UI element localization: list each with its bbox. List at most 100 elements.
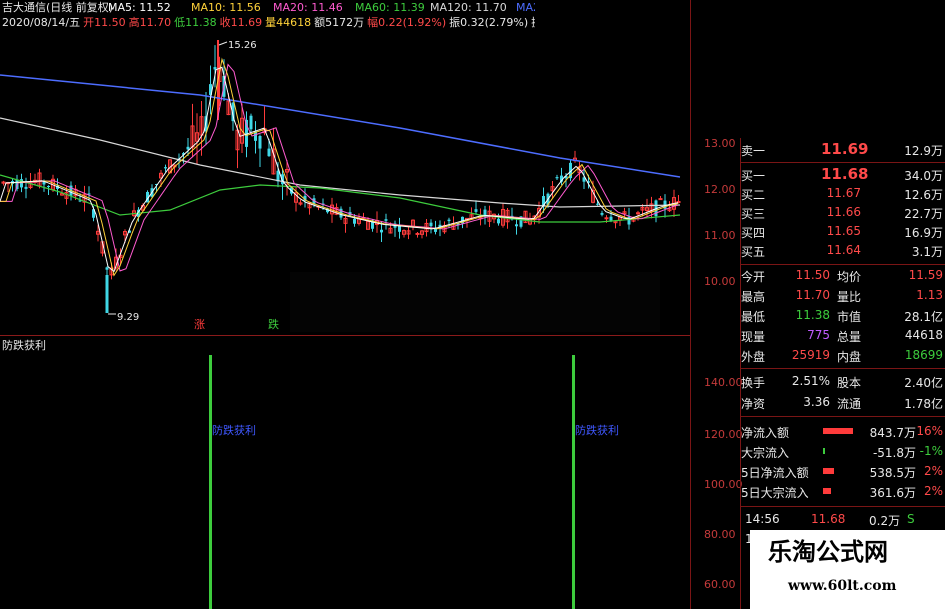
flow-bar bbox=[823, 468, 834, 474]
fund-flows: 净流入额 843.7万 16% 大宗流入 -51.8万 -1% 5日净流入额 538.5万 2%… bbox=[741, 422, 945, 507]
price-axis: 13.00 12.00 11.00 10.00 140.00 120.00 10… bbox=[690, 0, 743, 609]
book-price: 11.67 bbox=[826, 186, 861, 200]
share-value: 1.78亿 bbox=[904, 397, 943, 411]
book-price: 11.69 bbox=[821, 140, 869, 158]
section-divider bbox=[741, 416, 945, 417]
down-marker: 跌 bbox=[268, 318, 279, 331]
book-level-label: 卖一 bbox=[741, 144, 766, 158]
y-tick: 100.00 bbox=[704, 478, 743, 491]
flow-pct: 2% bbox=[923, 484, 943, 498]
order-book-row[interactable]: 买一 11.68 34.0万 bbox=[741, 165, 945, 184]
section-divider bbox=[741, 506, 945, 507]
candle-body bbox=[105, 267, 109, 270]
tick-price: 11.68 bbox=[811, 512, 846, 526]
flow-pct: -1% bbox=[919, 444, 943, 458]
quote-value: 1.13 bbox=[916, 288, 943, 302]
flow-pct: 16% bbox=[916, 424, 943, 438]
share-row: 净资 3.36 流通 1.78亿 bbox=[741, 393, 945, 412]
quote-row: 最低 11.38 市值 28.1亿 bbox=[741, 306, 945, 325]
quote-value: 44618 bbox=[904, 328, 943, 342]
high-annotation: 15.26 bbox=[228, 40, 257, 51]
candle-body bbox=[249, 115, 253, 130]
flow-value: 843.7万 bbox=[869, 426, 916, 440]
quote-label: 现量 bbox=[741, 330, 766, 344]
candle-body bbox=[609, 216, 613, 221]
order-book-row[interactable]: 买三 11.66 22.7万 bbox=[741, 203, 945, 222]
quote-label: 总量 bbox=[837, 330, 862, 344]
book-price: 11.66 bbox=[826, 205, 861, 219]
quote-label: 今开 bbox=[741, 270, 766, 284]
share-value: 2.51% bbox=[791, 374, 830, 388]
tick-row[interactable]: 14:56 11.68 0.2万 S bbox=[741, 510, 945, 529]
order-book[interactable]: 卖一 11.69 12.9万 买一 11.68 34.0万 买二 11.67 12.6万 买三 11… bbox=[741, 138, 945, 268]
flow-value: 361.6万 bbox=[869, 486, 916, 500]
flow-row: 5日大宗流入 361.6万 2% bbox=[741, 482, 945, 501]
candle-body bbox=[186, 146, 190, 150]
tick-time: 14:56 bbox=[745, 512, 780, 526]
order-book-row[interactable]: 买二 11.67 12.6万 bbox=[741, 184, 945, 203]
book-price: 11.64 bbox=[826, 243, 861, 257]
candle-body bbox=[384, 219, 388, 221]
book-level-label: 买四 bbox=[741, 226, 766, 240]
tick-side: S bbox=[907, 512, 915, 526]
quote-value: 11.50 bbox=[795, 268, 830, 282]
flow-label: 5日大宗流入 bbox=[741, 486, 809, 500]
quote-value: 18699 bbox=[904, 348, 943, 362]
quote-value: 28.1亿 bbox=[904, 310, 943, 324]
section-divider bbox=[741, 368, 945, 369]
y-tick: 60.00 bbox=[704, 578, 736, 591]
flow-row: 大宗流入 -51.8万 -1% bbox=[741, 442, 945, 461]
quote-label: 量比 bbox=[837, 290, 862, 304]
candle-body bbox=[497, 218, 500, 224]
candle-body bbox=[24, 186, 28, 189]
candle-body bbox=[600, 213, 604, 215]
candle-body bbox=[515, 224, 518, 227]
quote-value: 11.59 bbox=[908, 268, 943, 282]
quote-value: 11.70 bbox=[795, 288, 830, 302]
flow-value: 538.5万 bbox=[869, 466, 916, 480]
book-volume: 3.1万 bbox=[911, 245, 943, 259]
share-value: 3.36 bbox=[803, 395, 830, 409]
quote-value: 25919 bbox=[791, 348, 830, 362]
watermark-url: www.60lt.com bbox=[788, 578, 897, 594]
kline-chart-area[interactable]: 吉大通信(日线 前复权) MA5: 11.52 MA10: 11.56 MA20: … bbox=[0, 0, 695, 609]
share-value: 2.40亿 bbox=[904, 376, 943, 390]
share-stats: 换手 2.51% 股本 2.40亿 净资 3.36 流通 1.78亿 bbox=[741, 372, 945, 417]
signal-bar bbox=[209, 355, 212, 609]
section-divider bbox=[741, 264, 945, 265]
quote-label: 市值 bbox=[837, 310, 862, 324]
flow-label: 大宗流入 bbox=[741, 446, 790, 460]
y-tick: 13.00 bbox=[704, 137, 736, 150]
candle-body bbox=[429, 222, 433, 227]
signal-label: 防跌获利 bbox=[575, 424, 619, 437]
quote-value: 775 bbox=[807, 328, 830, 342]
quote-row: 今开 11.50 均价 11.59 bbox=[741, 266, 945, 285]
order-book-row[interactable]: 卖一 11.69 12.9万 bbox=[741, 140, 945, 159]
indicator-title: 防跌获利 bbox=[2, 339, 46, 352]
order-book-row[interactable]: 买四 11.65 16.9万 bbox=[741, 222, 945, 241]
quote-label: 最低 bbox=[741, 310, 766, 324]
candle-body bbox=[267, 148, 271, 157]
book-price: 11.65 bbox=[826, 224, 861, 238]
order-book-row[interactable]: 买五 11.64 3.1万 bbox=[741, 241, 945, 260]
flow-value: -51.8万 bbox=[872, 446, 916, 460]
panel-divider bbox=[0, 335, 695, 336]
book-volume: 22.7万 bbox=[904, 207, 943, 221]
y-tick: 120.00 bbox=[704, 428, 743, 441]
quote-label: 最高 bbox=[741, 290, 766, 304]
candle-body bbox=[353, 218, 356, 224]
y-tick: 11.00 bbox=[704, 229, 736, 242]
quote-row: 外盘 25919 内盘 18699 bbox=[741, 346, 945, 365]
candle-body bbox=[447, 219, 451, 222]
quote-stats: 今开 11.50 均价 11.59 最高 11.70 量比 1.13 最低 11.38 市值 28.1… bbox=[741, 266, 945, 369]
flow-bar bbox=[823, 428, 853, 434]
watermark-cn: 乐淘公式网 bbox=[768, 537, 888, 566]
watermark: 乐淘公式网 www.60lt.com bbox=[750, 530, 945, 609]
flow-row: 5日净流入额 538.5万 2% bbox=[741, 462, 945, 481]
flow-label: 5日净流入额 bbox=[741, 466, 809, 480]
signal-bar bbox=[572, 355, 575, 609]
candle-body bbox=[474, 209, 478, 212]
y-tick: 140.00 bbox=[704, 376, 743, 389]
book-volume: 12.6万 bbox=[904, 188, 943, 202]
quote-row: 现量 775 总量 44618 bbox=[741, 326, 945, 345]
